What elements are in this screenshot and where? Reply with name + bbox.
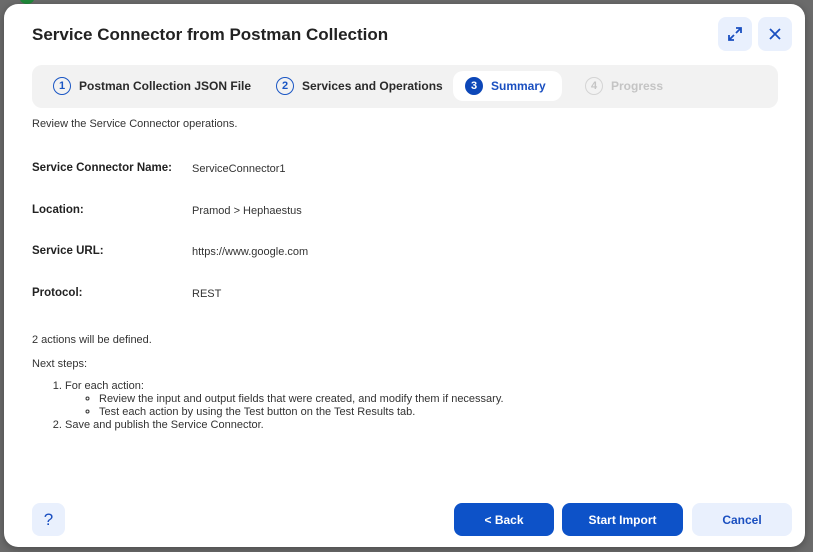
back-button[interactable]: < Back (454, 503, 554, 536)
wizard-stepper: 1 Postman Collection JSON File 2 Service… (32, 65, 778, 108)
next-steps-list: For each action: Review the input and ou… (32, 380, 504, 432)
step-number-2-icon: 2 (276, 77, 294, 95)
expand-button[interactable] (718, 17, 752, 51)
service-connector-name-value: ServiceConnector1 (192, 163, 286, 175)
actions-note: 2 actions will be defined. (32, 334, 152, 346)
step-summary[interactable]: 3 Summary (453, 71, 562, 101)
start-import-button[interactable]: Start Import (562, 503, 683, 536)
location-value: Pramod > Hephaestus (192, 205, 302, 217)
next-steps-heading: Next steps: (32, 358, 88, 370)
close-icon (769, 28, 781, 40)
intro-text: Review the Service Connector operations. (32, 118, 238, 130)
next-step-subitem: Test each action by using the Test butto… (99, 406, 504, 419)
step-progress: 4 Progress (573, 71, 675, 101)
next-step-subitem: Review the input and output fields that … (99, 393, 504, 406)
service-url-label: Service URL: (32, 245, 104, 257)
step-label: Postman Collection JSON File (79, 79, 252, 93)
step-postman-collection-json-file[interactable]: 1 Postman Collection JSON File (41, 71, 263, 101)
question-mark-icon: ? (43, 509, 54, 529)
step-number-1-icon: 1 (53, 77, 71, 95)
dialog-title: Service Connector from Postman Collectio… (32, 25, 389, 44)
step-number-3-icon: 3 (465, 77, 483, 95)
protocol-value: REST (192, 288, 222, 300)
cancel-button[interactable]: Cancel (692, 503, 792, 536)
expand-icon (728, 27, 742, 41)
service-url-value: https://www.google.com (192, 246, 309, 258)
service-connector-dialog: Service Connector from Postman Collectio… (4, 4, 805, 547)
location-label: Location: (32, 204, 84, 216)
next-step-item: For each action: Review the input and ou… (65, 380, 504, 419)
step-label: Summary (491, 79, 546, 93)
step-services-and-operations[interactable]: 2 Services and Operations (264, 71, 455, 101)
close-button[interactable] (758, 17, 792, 51)
help-button[interactable]: ? (32, 503, 65, 536)
step-label: Progress (611, 79, 664, 93)
protocol-label: Protocol: (32, 287, 83, 299)
service-connector-name-label: Service Connector Name: (32, 162, 172, 174)
step-label: Services and Operations (302, 79, 443, 93)
step-number-4-icon: 4 (585, 77, 603, 95)
next-step-item: Save and publish the Service Connector. (65, 419, 504, 432)
